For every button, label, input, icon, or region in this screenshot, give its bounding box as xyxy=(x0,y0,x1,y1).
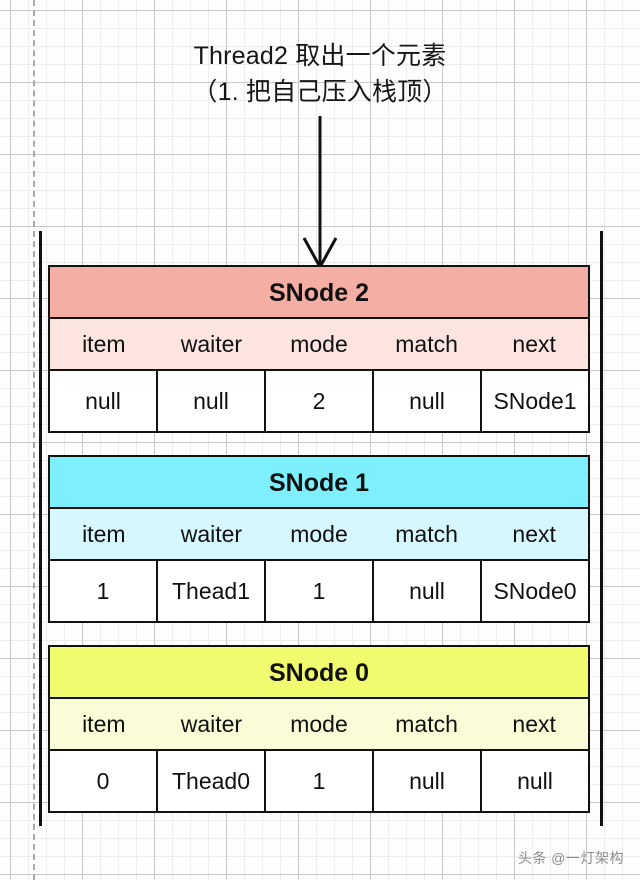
field-header-mode: mode xyxy=(290,520,348,547)
field-header-next: next xyxy=(512,710,556,737)
field-value-match: null xyxy=(374,751,482,811)
stack-frame-line-right xyxy=(600,231,603,826)
field-value-match: null xyxy=(374,561,482,621)
field-header-row: item waiter mode match next xyxy=(50,699,588,751)
stack-frame-line-left xyxy=(39,231,42,826)
field-header-mode: mode xyxy=(290,330,348,357)
caption-text: Thread2 取出一个元素 （1. 把自己压入栈顶） xyxy=(192,42,448,106)
field-header-item: item xyxy=(82,710,126,737)
field-value-waiter: Thead0 xyxy=(158,751,266,811)
node-table-snode2: SNode 2 item waiter mode match next null… xyxy=(48,265,590,433)
field-value-row: 0 Thead0 1 null null xyxy=(50,751,588,811)
field-value-item: null xyxy=(50,371,158,431)
field-header-waiter: waiter xyxy=(180,330,243,357)
field-header-next: next xyxy=(512,330,556,357)
field-value-row: null null 2 null SNode1 xyxy=(50,371,588,431)
field-header-match: match xyxy=(395,710,458,737)
field-header-row: item waiter mode match next xyxy=(50,509,588,561)
field-header-match: match xyxy=(395,330,458,357)
node-table-snode1: SNode 1 item waiter mode match next 1 Th… xyxy=(48,455,590,623)
field-header-match: match xyxy=(395,520,458,547)
field-header-waiter: waiter xyxy=(180,520,243,547)
field-value-item: 1 xyxy=(50,561,158,621)
field-value-mode: 2 xyxy=(266,371,374,431)
field-value-match: null xyxy=(374,371,482,431)
field-value-next: SNode1 xyxy=(493,387,577,414)
down-arrow-icon xyxy=(302,116,338,270)
field-value-mode: 1 xyxy=(266,751,374,811)
dashed-guide-line xyxy=(33,0,35,880)
field-value-row: 1 Thead1 1 null SNode0 xyxy=(50,561,588,621)
field-header-item: item xyxy=(82,520,126,547)
field-value-item: 0 xyxy=(50,751,158,811)
field-value-next: null xyxy=(517,767,553,794)
field-value-next: SNode0 xyxy=(493,577,577,604)
node-title: SNode 0 xyxy=(50,647,588,699)
field-header-next: next xyxy=(512,520,556,547)
node-title: SNode 1 xyxy=(50,457,588,509)
field-header-item: item xyxy=(82,330,126,357)
field-value-mode: 1 xyxy=(266,561,374,621)
node-table-snode0: SNode 0 item waiter mode match next 0 Th… xyxy=(48,645,590,813)
node-title: SNode 2 xyxy=(50,267,588,319)
watermark: 头条 @一灯架构 xyxy=(517,850,624,866)
field-header-waiter: waiter xyxy=(180,710,243,737)
field-header-row: item waiter mode match next xyxy=(50,319,588,371)
field-header-mode: mode xyxy=(290,710,348,737)
field-value-waiter: Thead1 xyxy=(158,561,266,621)
field-value-waiter: null xyxy=(158,371,266,431)
